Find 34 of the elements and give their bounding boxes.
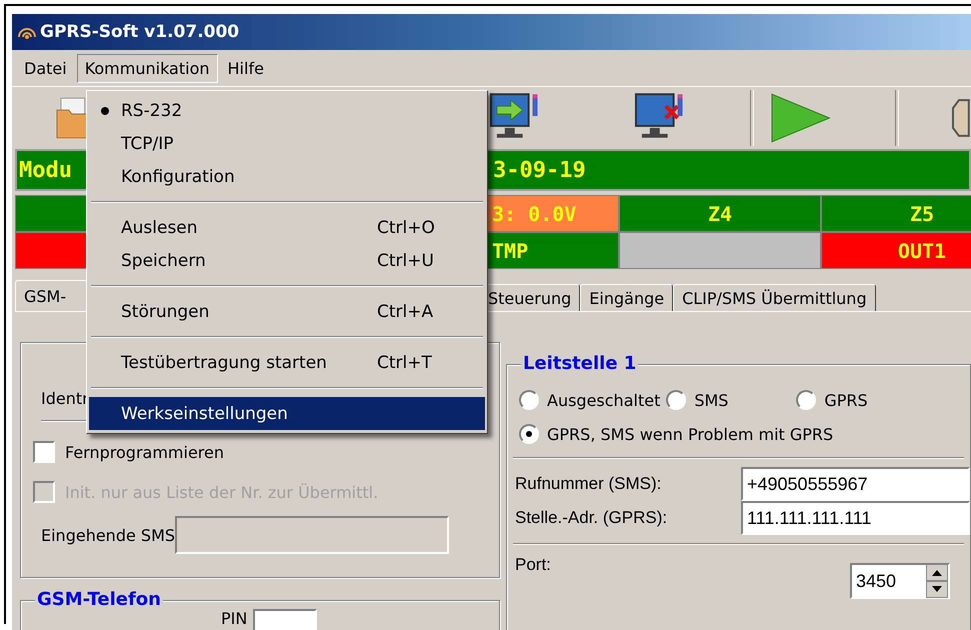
menu-item[interactable]: Kommunikation: [76, 54, 218, 82]
checkbox-label: Fernprogrammieren: [65, 442, 224, 462]
window-title: GPRS-Soft v1.07.000: [40, 22, 240, 42]
spin-box[interactable]: 3450: [850, 563, 950, 599]
radio-button[interactable]: [796, 390, 816, 410]
radio-label: SMS: [694, 390, 728, 410]
radio-button[interactable]: [519, 424, 539, 444]
status-cell: OUT1: [822, 233, 971, 268]
menu-item[interactable]: Konfiguration: [89, 160, 485, 193]
radio-label: GPRS, SMS wenn Problem mit GPRS: [547, 424, 834, 444]
radio-button[interactable]: [666, 390, 686, 410]
radio-button[interactable]: [519, 390, 539, 410]
menu-item[interactable]: RS-232: [89, 94, 485, 127]
menu-item[interactable]: Datei: [16, 54, 75, 82]
menu-item[interactable]: Hilfe: [220, 54, 272, 82]
input-field[interactable]: [253, 609, 318, 630]
tab[interactable]: CLIP/SMS Übermittlung: [673, 284, 876, 311]
menu-item[interactable]: Werkseinstellungen: [89, 397, 485, 430]
checkbox[interactable]: [33, 441, 55, 463]
input-field[interactable]: +49050555967: [741, 467, 970, 501]
menu-item[interactable]: Testübertragung starten Ctrl+T: [89, 346, 485, 379]
radio-label: Ausgeschaltet: [547, 390, 660, 410]
status-cell: Z5: [822, 196, 971, 231]
field-label: Stelle.-Adr. (GPRS):: [515, 508, 668, 528]
field-label: PIN: [221, 609, 248, 628]
tab[interactable]: Eingänge: [580, 284, 674, 311]
spin-arrows-icon[interactable]: [926, 564, 948, 598]
field-label: Identr: [41, 389, 90, 408]
field-label: Port:: [515, 555, 551, 575]
field-label: Rufnummer (SMS):: [515, 474, 662, 494]
field-label: Eingehende SMS: [41, 526, 176, 544]
input-field[interactable]: 111.111.111.111: [741, 501, 970, 535]
status-cell: Z4: [620, 196, 820, 231]
radio-label: GPRS: [824, 390, 868, 410]
